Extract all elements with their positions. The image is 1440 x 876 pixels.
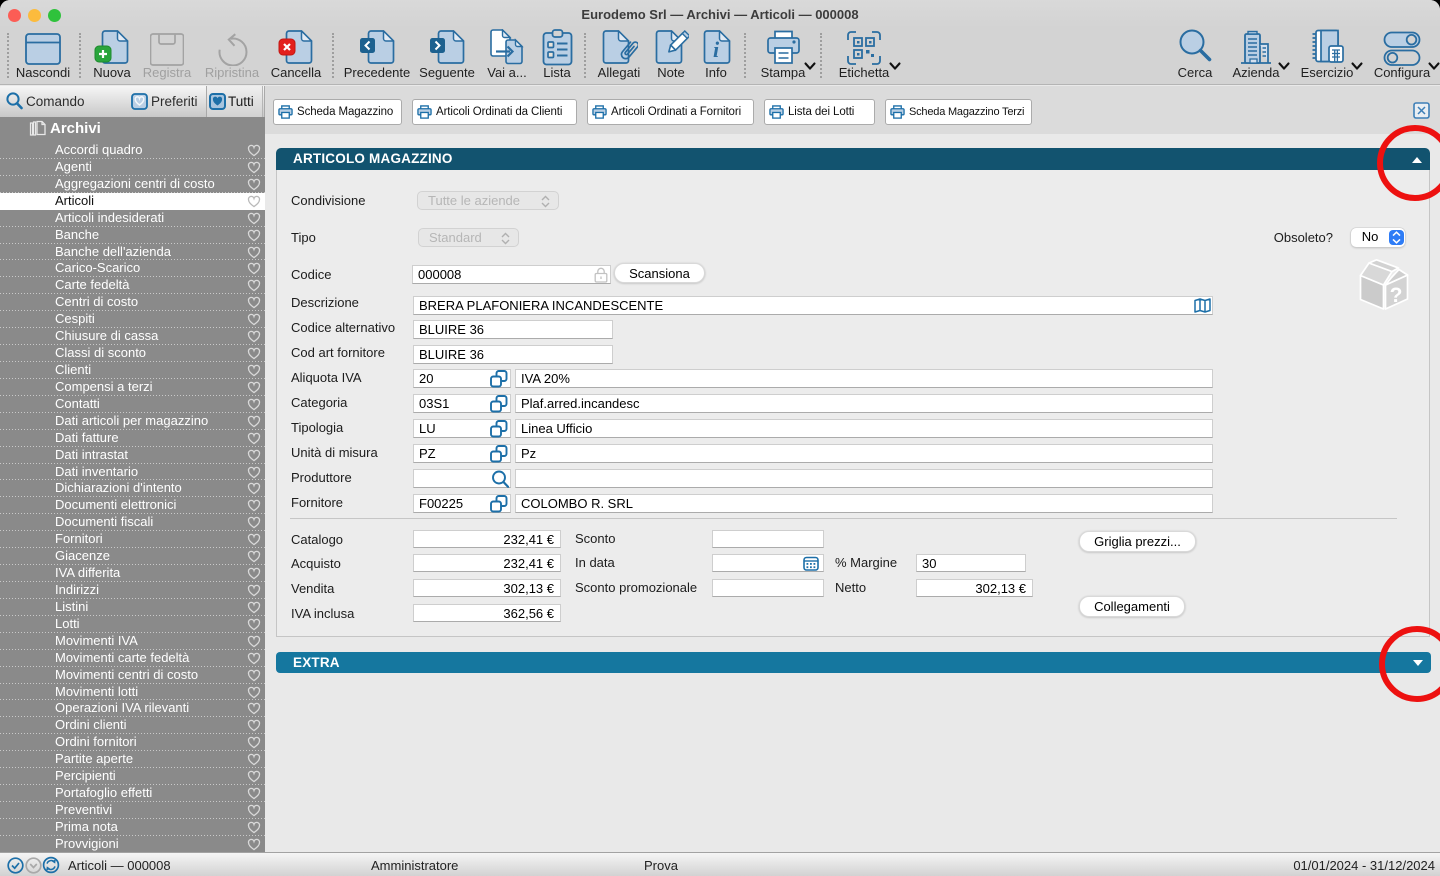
svg-text:?: ? [1390, 284, 1403, 307]
svg-text:i: i [712, 37, 719, 62]
